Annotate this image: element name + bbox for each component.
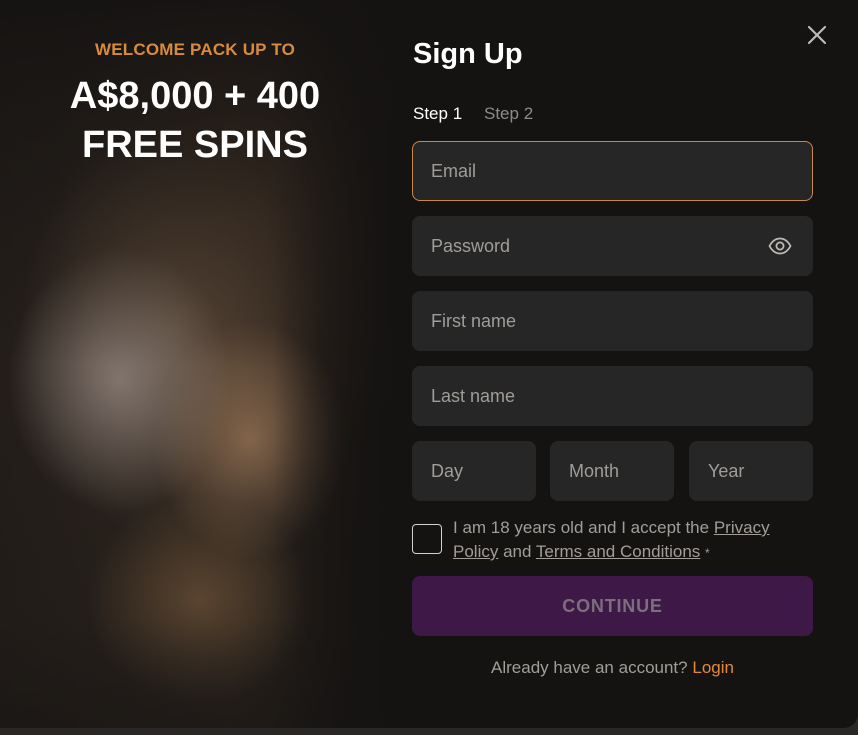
consent-and: and — [503, 542, 532, 561]
email-field[interactable] — [413, 142, 812, 200]
step-1-tab[interactable]: Step 1 — [413, 104, 462, 124]
step-2-tab[interactable]: Step 2 — [484, 104, 533, 124]
last-name-field-wrapper — [412, 366, 813, 426]
signup-modal: WELCOME PACK UP TO A$8,000 + 400 FREE SP… — [0, 0, 858, 728]
password-field[interactable] — [413, 217, 812, 275]
terms-link[interactable]: Terms and Conditions — [536, 542, 700, 561]
promo-amount: A$8,000 + 400 — [69, 75, 321, 117]
login-prompt: Already have an account? — [491, 658, 688, 677]
consent-text: I am 18 years old and I accept the Priva… — [453, 516, 813, 565]
year-field-wrapper — [689, 441, 813, 501]
password-field-wrapper — [412, 216, 813, 276]
day-field[interactable] — [413, 442, 535, 500]
email-field-wrapper — [412, 141, 813, 201]
month-field-wrapper — [550, 441, 674, 501]
year-field[interactable] — [690, 442, 812, 500]
last-name-field[interactable] — [413, 367, 812, 425]
continue-button[interactable]: CONTINUE — [412, 576, 813, 636]
eye-icon[interactable] — [768, 237, 792, 255]
age-consent-checkbox[interactable] — [412, 524, 442, 554]
consent-prefix: I am 18 years old and I accept the — [453, 518, 710, 537]
close-button[interactable] — [804, 22, 830, 48]
month-field[interactable] — [551, 442, 673, 500]
login-link[interactable]: Login — [692, 658, 734, 677]
close-icon — [807, 25, 827, 45]
page-title: Sign Up — [413, 38, 523, 70]
promo-kicker: WELCOME PACK UP TO — [94, 40, 296, 59]
promo-spins: FREE SPINS — [82, 124, 308, 166]
login-row: Already have an account? Login — [412, 658, 813, 678]
day-field-wrapper — [412, 441, 536, 501]
first-name-field[interactable] — [413, 292, 812, 350]
required-mark: * — [705, 546, 710, 560]
first-name-field-wrapper — [412, 291, 813, 351]
